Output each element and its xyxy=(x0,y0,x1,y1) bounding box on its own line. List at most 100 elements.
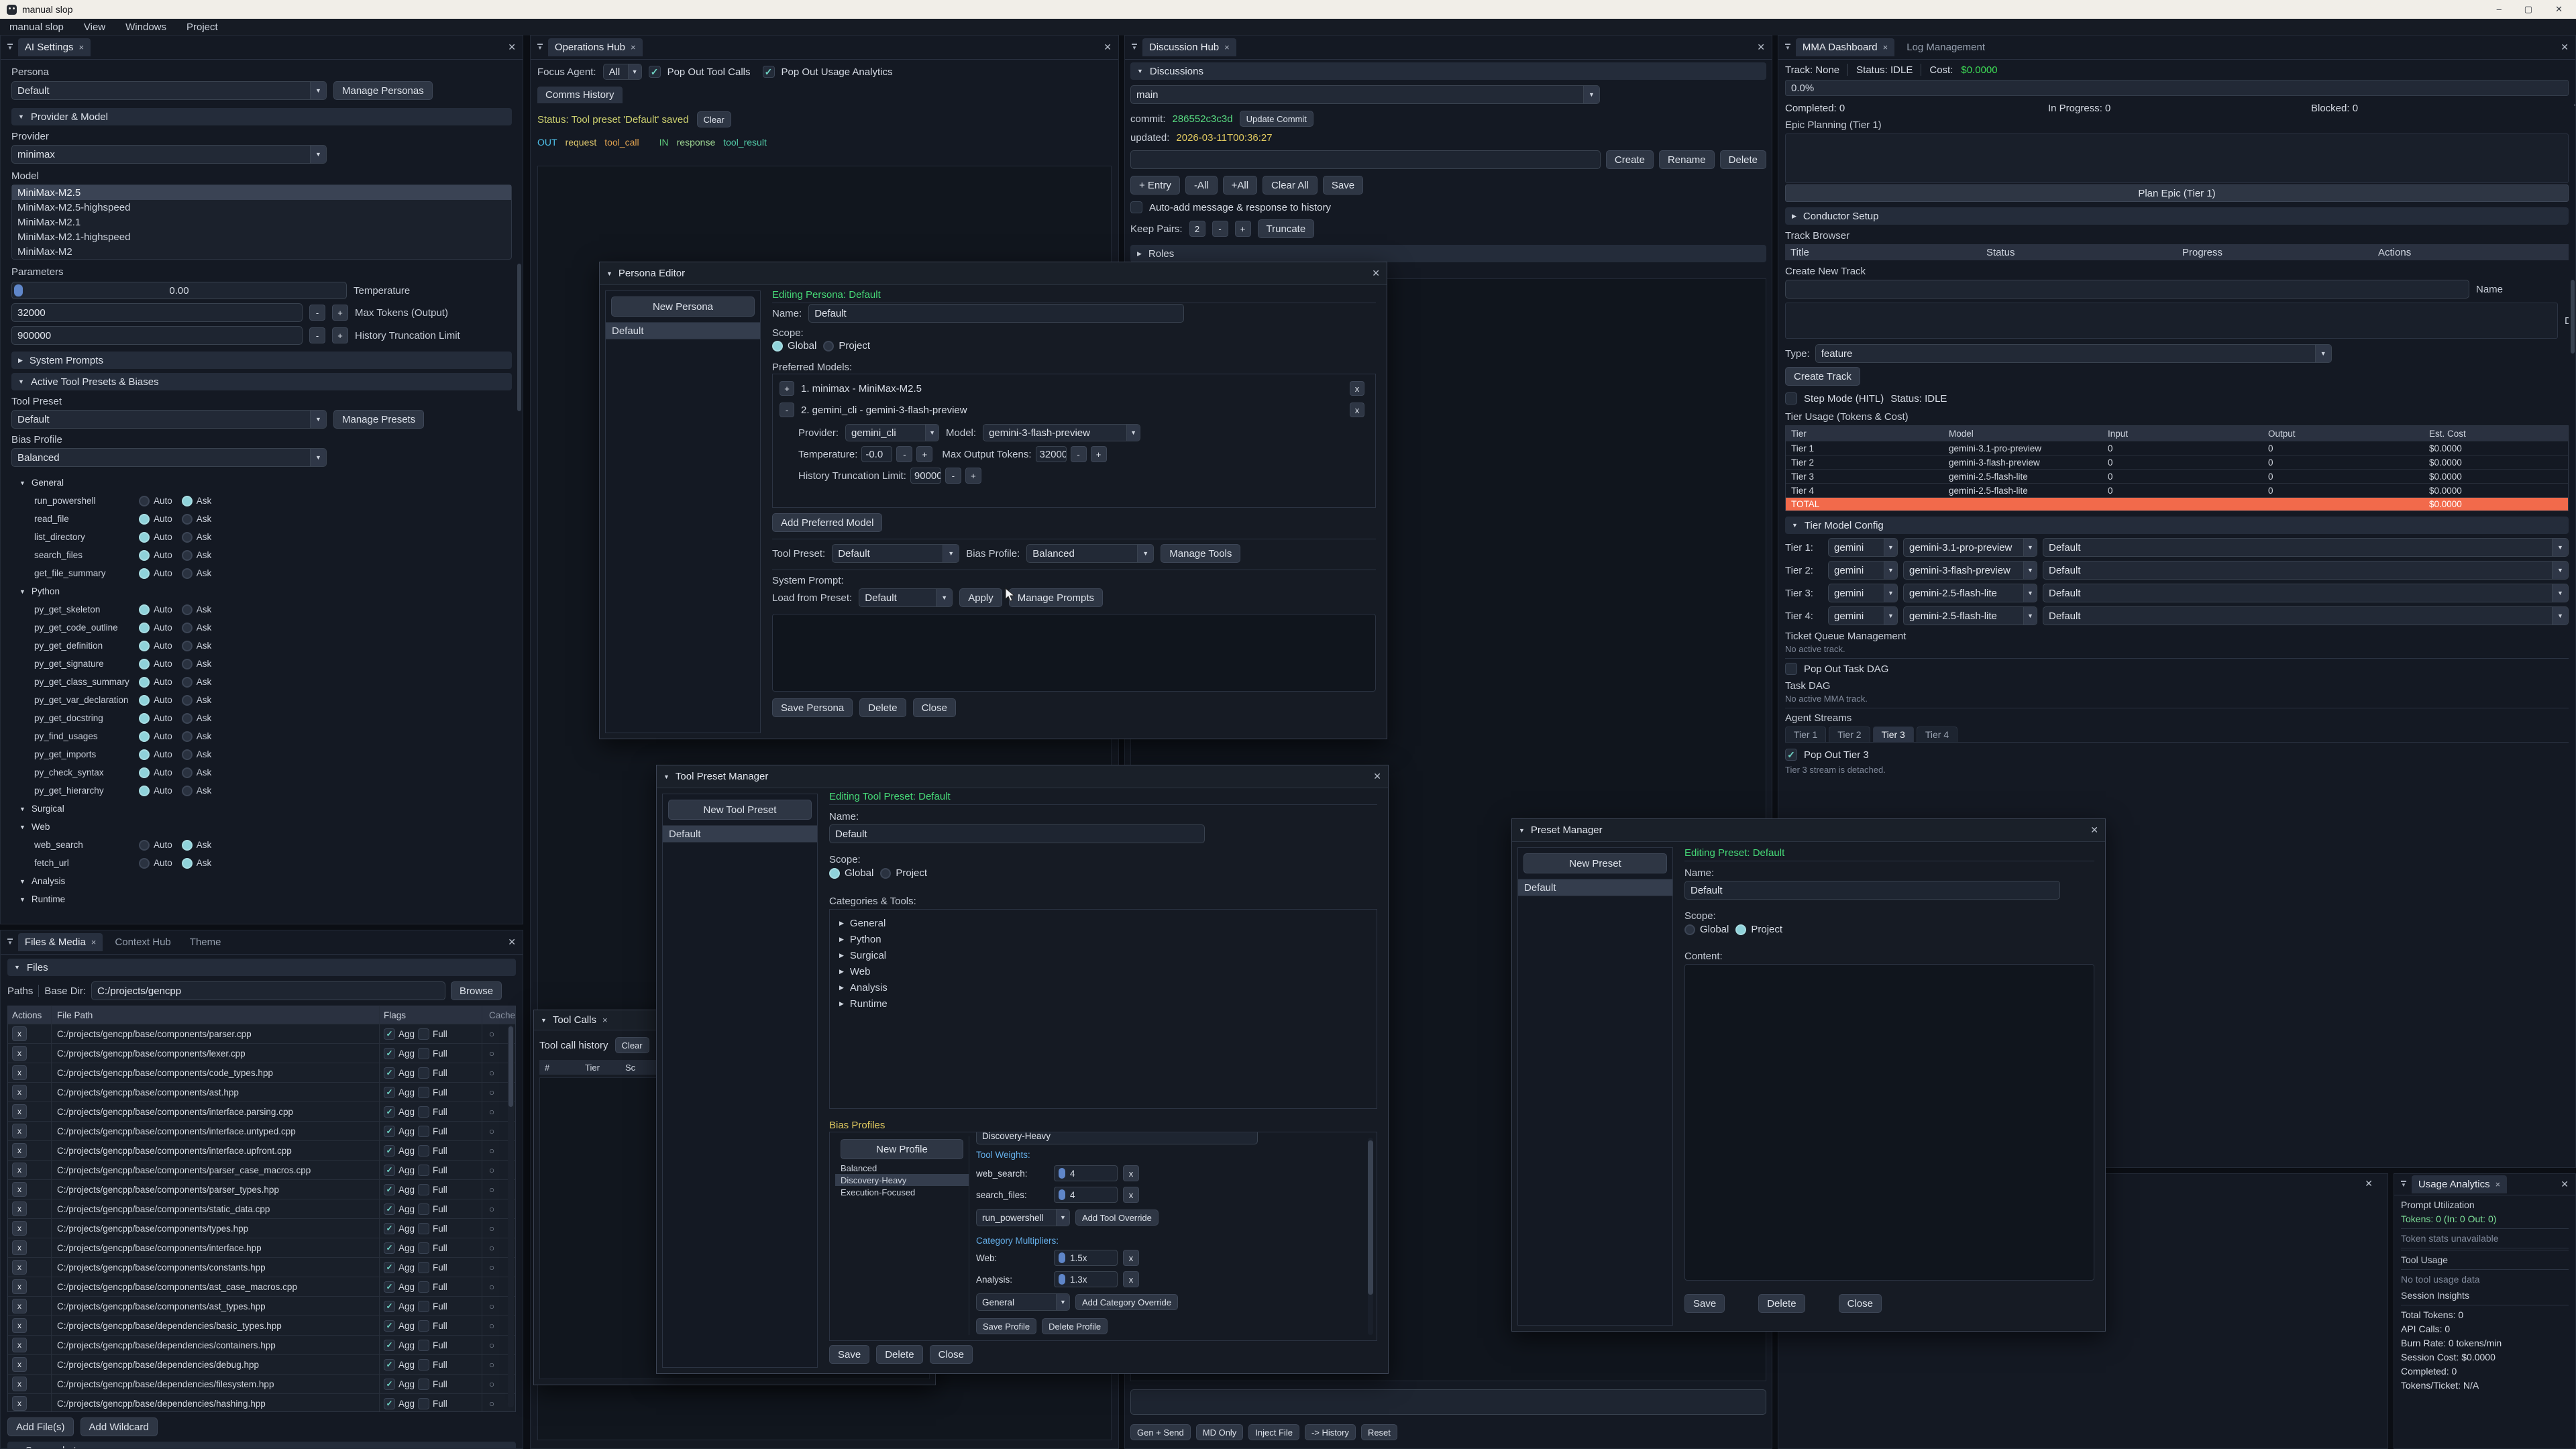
preset-list-item[interactable]: Default xyxy=(1518,879,1672,896)
tool-group-header[interactable]: ▼ Runtime xyxy=(11,890,512,908)
full-checkbox[interactable] xyxy=(418,1301,429,1312)
category-item[interactable]: ▶ General xyxy=(830,915,1377,931)
model-option[interactable]: MiniMax-M2.1 xyxy=(12,215,511,229)
add-wildcard-button[interactable]: Add Wildcard xyxy=(80,1417,158,1436)
save-preset-button[interactable]: Save xyxy=(1684,1294,1725,1313)
apply-button[interactable]: Apply xyxy=(959,588,1002,607)
composer-button[interactable]: -> History xyxy=(1305,1424,1356,1440)
history-limit-input[interactable]: 900000 xyxy=(11,326,303,345)
auto-radio[interactable] xyxy=(139,677,150,688)
remove-file-button[interactable]: x xyxy=(12,1046,27,1061)
provider-dropdown[interactable]: minimax ▼ xyxy=(11,145,327,164)
scrollbar-thumb[interactable] xyxy=(1368,1140,1373,1295)
tab-close-icon[interactable]: × xyxy=(78,42,84,52)
auto-radio[interactable] xyxy=(139,731,150,742)
remove-file-button[interactable]: x xyxy=(12,1221,27,1236)
track-description-textarea[interactable] xyxy=(1785,303,2558,339)
tier-provider-dropdown[interactable]: gemini ▼ xyxy=(1828,561,1898,580)
max-tokens-increment-button[interactable]: + xyxy=(1091,446,1107,462)
drag-handle[interactable] xyxy=(1059,1274,1065,1285)
close-icon[interactable]: ✕ xyxy=(2555,4,2563,15)
agg-checkbox[interactable]: ✓ xyxy=(384,1048,395,1059)
active-tool-presets-header[interactable]: ▼ Active Tool Presets & Biases xyxy=(11,373,512,390)
remove-weight-button[interactable]: x xyxy=(1123,1165,1139,1181)
panel-close-icon[interactable]: ✕ xyxy=(508,42,516,53)
history-decrement-button[interactable]: - xyxy=(309,327,325,343)
stream-tab[interactable]: Tier 2 xyxy=(1829,727,1870,742)
tier-preset-dropdown[interactable]: Default ▼ xyxy=(2043,538,2569,557)
composer-button[interactable]: Gen + Send xyxy=(1130,1424,1191,1440)
agg-checkbox[interactable]: ✓ xyxy=(384,1184,395,1195)
auto-radio[interactable] xyxy=(139,568,150,579)
remove-multiplier-button[interactable]: x xyxy=(1123,1250,1139,1266)
ask-radio[interactable] xyxy=(182,604,193,615)
truncate-button[interactable]: Truncate xyxy=(1258,219,1315,238)
full-checkbox[interactable] xyxy=(418,1203,429,1215)
tool-group-header[interactable]: ▼ Analysis xyxy=(11,872,512,890)
agg-checkbox[interactable]: ✓ xyxy=(384,1320,395,1332)
agg-checkbox[interactable]: ✓ xyxy=(384,1223,395,1234)
full-checkbox[interactable] xyxy=(418,1281,429,1293)
tier-provider-dropdown[interactable]: gemini ▼ xyxy=(1828,538,1898,557)
history-truncation-input[interactable]: 900000 xyxy=(910,468,941,484)
ask-radio[interactable] xyxy=(182,532,193,543)
browse-button[interactable]: Browse xyxy=(451,981,502,1000)
rename-discussion-button[interactable]: Rename xyxy=(1659,150,1715,169)
tab-context-hub[interactable]: Context Hub xyxy=(108,933,177,951)
new-tool-preset-button[interactable]: New Tool Preset xyxy=(668,800,812,820)
agg-checkbox[interactable]: ✓ xyxy=(384,1067,395,1079)
remove-file-button[interactable]: x xyxy=(12,1240,27,1255)
delete-tool-preset-button[interactable]: Delete xyxy=(876,1345,922,1364)
scope-project-radio[interactable] xyxy=(1735,924,1746,935)
remove-file-button[interactable]: x xyxy=(12,1338,27,1352)
ask-radio[interactable] xyxy=(182,695,193,706)
full-checkbox[interactable] xyxy=(418,1398,429,1409)
full-checkbox[interactable] xyxy=(418,1340,429,1351)
agg-checkbox[interactable]: ✓ xyxy=(384,1262,395,1273)
agg-checkbox[interactable]: ✓ xyxy=(384,1165,395,1176)
persona-list-item[interactable]: Default xyxy=(606,322,760,339)
tier-model-config-header[interactable]: ▼ Tier Model Config xyxy=(1785,517,2569,534)
weight-value-drag[interactable]: 4 xyxy=(1054,1165,1118,1181)
agg-checkbox[interactable]: ✓ xyxy=(384,1359,395,1371)
scope-project-radio[interactable] xyxy=(880,868,891,879)
model-option[interactable]: MiniMax-M2.5-highspeed xyxy=(12,200,511,215)
agg-checkbox[interactable]: ✓ xyxy=(384,1126,395,1137)
category-item[interactable]: ▶ Python xyxy=(830,931,1377,947)
ask-radio[interactable] xyxy=(182,659,193,669)
panel-close-icon[interactable]: ✕ xyxy=(1757,42,1765,53)
ask-radio[interactable] xyxy=(182,767,193,778)
remove-file-button[interactable]: x xyxy=(12,1279,27,1294)
message-input[interactable] xyxy=(1130,1389,1766,1415)
base-dir-input[interactable]: C:/projects/gencpp xyxy=(91,981,445,1000)
tab-theme[interactable]: Theme xyxy=(183,933,228,951)
scope-global-radio[interactable] xyxy=(829,868,840,879)
delete-persona-button[interactable]: Delete xyxy=(859,698,906,717)
slider-thumb[interactable] xyxy=(14,284,23,297)
clear-tool-calls-button[interactable]: Clear xyxy=(615,1037,649,1053)
ask-radio[interactable] xyxy=(182,840,193,851)
scrollbar-thumb[interactable] xyxy=(517,264,521,411)
auto-radio[interactable] xyxy=(139,786,150,796)
tool-preset-dropdown[interactable]: Default ▼ xyxy=(832,544,959,563)
auto-add-checkbox[interactable] xyxy=(1130,201,1142,213)
pop-out-tool-calls-checkbox[interactable]: ✓ xyxy=(649,66,661,78)
remove-file-button[interactable]: x xyxy=(12,1085,27,1099)
remove-file-button[interactable]: x xyxy=(12,1104,27,1119)
bias-profile-dropdown[interactable]: Balanced ▼ xyxy=(11,448,327,467)
bias-panel-scrollbar[interactable] xyxy=(1368,1138,1373,1335)
menu-item[interactable]: View xyxy=(84,21,105,33)
minimize-icon[interactable]: – xyxy=(2497,4,2502,15)
tier-model-dropdown[interactable]: gemini-2.5-flash-lite ▼ xyxy=(1903,584,2037,602)
agg-checkbox[interactable]: ✓ xyxy=(384,1301,395,1312)
manage-presets-button[interactable]: Manage Presets xyxy=(333,410,424,429)
pop-out-task-dag-checkbox[interactable] xyxy=(1785,663,1797,675)
tab-close-icon[interactable]: × xyxy=(91,937,97,947)
full-checkbox[interactable] xyxy=(418,1145,429,1157)
ask-radio[interactable] xyxy=(182,731,193,742)
tab-ai-settings[interactable]: AI Settings × xyxy=(18,38,91,56)
tool-preset-name-input[interactable]: Default xyxy=(829,824,1205,843)
tool-preset-dropdown[interactable]: Default ▼ xyxy=(11,410,327,429)
files-header[interactable]: ▼ Files xyxy=(7,959,516,976)
remove-file-button[interactable]: x xyxy=(12,1124,27,1138)
